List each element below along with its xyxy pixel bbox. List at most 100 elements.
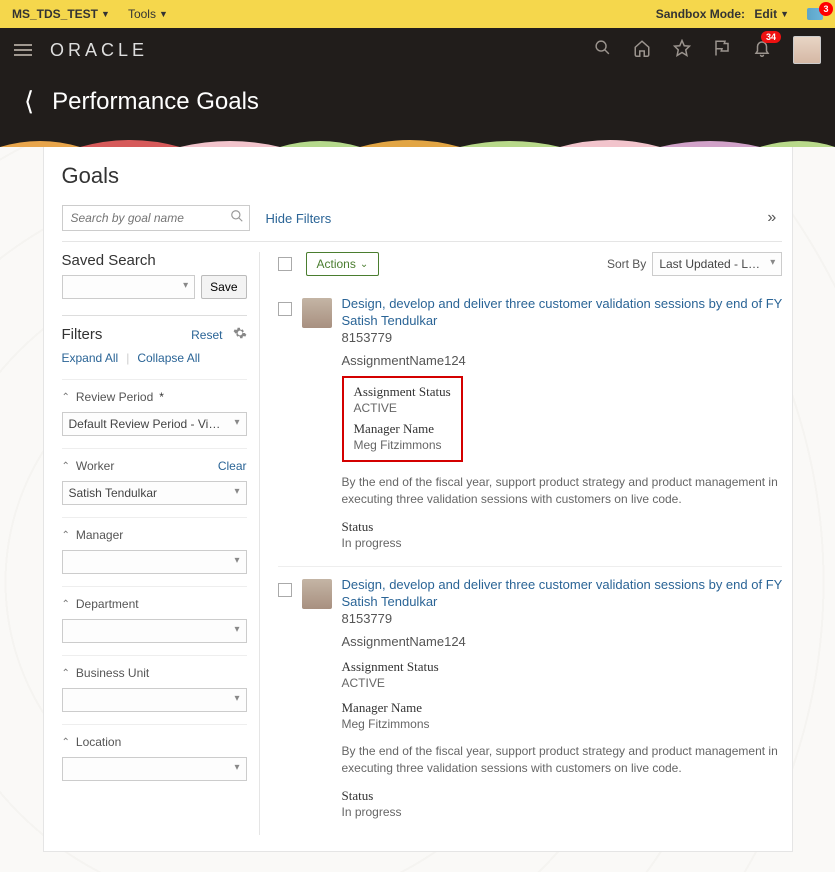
oracle-logo: ORACLE <box>50 40 148 61</box>
notification-count: 3 <box>819 2 833 16</box>
status-value: In progress <box>342 805 783 819</box>
filter-label-location: Location <box>76 735 121 749</box>
caret-icon: ▼ <box>101 9 110 19</box>
collapse-all-link[interactable]: Collapse All <box>137 351 200 365</box>
expand-all-link[interactable]: Expand All <box>62 351 119 365</box>
worker-select[interactable]: Satish Tendulkar <box>62 481 247 505</box>
search-icon[interactable] <box>230 209 244 226</box>
manager-name-label: Manager Name <box>342 700 783 716</box>
sort-select[interactable]: Last Updated - Latest to Oldest <box>652 252 782 276</box>
actions-label: Actions <box>317 257 356 271</box>
avatar[interactable] <box>793 36 821 64</box>
manager-select[interactable] <box>62 550 247 574</box>
chevron-icon[interactable]: ⌃ <box>62 599 70 610</box>
actions-button[interactable]: Actions ⌄ <box>306 252 380 276</box>
separator: | <box>126 351 129 365</box>
chevron-down-icon: ⌄ <box>360 259 368 270</box>
sort-by-label: Sort By <box>607 257 646 271</box>
sandbox-mode-value: Edit <box>754 7 777 21</box>
filters-sidebar: Saved Search Save Filters Reset <box>62 252 260 835</box>
back-arrow-icon[interactable]: ⟨ <box>24 86 34 117</box>
hide-filters-link[interactable]: Hide Filters <box>266 211 332 226</box>
home-icon[interactable] <box>633 39 651 62</box>
business-unit-select[interactable] <box>62 688 247 712</box>
reset-link[interactable]: Reset <box>191 328 222 342</box>
sandbox-env-dropdown[interactable]: MS_TDS_TEST ▼ <box>12 7 110 21</box>
goal-item: Design, develop and deliver three custom… <box>278 566 783 835</box>
goal-description: By the end of the fiscal year, support p… <box>342 474 783 509</box>
sandbox-bar: MS_TDS_TEST ▼ Tools ▼ Sandbox Mode: Edit… <box>0 0 835 28</box>
caret-icon: ▼ <box>780 9 789 19</box>
bell-icon[interactable]: 34 <box>753 39 771 62</box>
sandbox-notifications[interactable]: 3 <box>807 8 823 20</box>
chevron-icon[interactable]: ⌃ <box>62 530 70 541</box>
clear-worker-link[interactable]: Clear <box>218 459 247 473</box>
star-icon[interactable] <box>673 39 691 62</box>
review-period-select[interactable]: Default Review Period - Vision <box>62 412 247 436</box>
goal-id: 8153779 <box>342 330 783 345</box>
assignment-status-value: ACTIVE <box>354 401 451 415</box>
goal-item: Design, develop and deliver three custom… <box>278 286 783 566</box>
filters-title: Filters <box>62 326 103 343</box>
saved-search-title: Saved Search <box>62 252 247 269</box>
filter-label-business-unit: Business Unit <box>76 666 149 680</box>
page-title: Performance Goals <box>52 88 259 116</box>
filter-label-manager: Manager <box>76 528 123 542</box>
goal-id: 8153779 <box>342 611 783 626</box>
filter-label-department: Department <box>76 597 139 611</box>
goal-person-link[interactable]: Satish Tendulkar <box>342 594 783 609</box>
goal-checkbox[interactable] <box>278 302 292 316</box>
filter-label-worker: Worker <box>76 459 114 473</box>
global-header: ORACLE 34 <box>0 28 835 72</box>
status-label: Status <box>342 519 783 535</box>
goal-checkbox[interactable] <box>278 583 292 597</box>
goal-title-link[interactable]: Design, develop and deliver three custom… <box>342 577 783 592</box>
search-input[interactable] <box>62 205 250 231</box>
main-content: Goals Hide Filters » Saved Search Save <box>43 147 793 852</box>
location-select[interactable] <box>62 757 247 781</box>
required-marker: * <box>159 390 164 404</box>
avatar[interactable] <box>302 579 332 609</box>
flag-icon[interactable] <box>713 39 731 62</box>
avatar[interactable] <box>302 298 332 328</box>
search-icon[interactable] <box>594 39 611 61</box>
page-header: ⟨ Performance Goals <box>0 72 835 135</box>
chevron-icon[interactable]: ⌃ <box>62 392 70 403</box>
department-select[interactable] <box>62 619 247 643</box>
sandbox-tools-label: Tools <box>128 7 156 21</box>
status-value: In progress <box>342 536 783 550</box>
filter-label-review-period: Review Period <box>76 390 153 404</box>
sandbox-env-label: MS_TDS_TEST <box>12 7 98 21</box>
panel-title: Goals <box>62 163 783 189</box>
save-button[interactable]: Save <box>201 275 246 299</box>
saved-search-select[interactable] <box>62 275 196 299</box>
expand-icon[interactable]: » <box>767 209 774 227</box>
highlight-box: Assignment Status ACTIVE Manager Name Me… <box>342 376 463 462</box>
assignment-status-label: Assignment Status <box>342 659 783 675</box>
sandbox-mode-dropdown[interactable]: Sandbox Mode: Edit ▼ <box>656 7 789 21</box>
manager-name-value: Meg Fitzimmons <box>354 438 451 452</box>
hamburger-menu-icon[interactable] <box>14 41 32 59</box>
assignment-status-value: ACTIVE <box>342 676 783 690</box>
caret-icon: ▼ <box>159 9 168 19</box>
chevron-icon[interactable]: ⌃ <box>62 668 70 679</box>
chevron-icon[interactable]: ⌃ <box>62 737 70 748</box>
chevron-icon[interactable]: ⌃ <box>62 461 70 472</box>
select-all-checkbox[interactable] <box>278 257 292 271</box>
gear-icon[interactable] <box>233 326 247 343</box>
goal-title-link[interactable]: Design, develop and deliver three custom… <box>342 296 783 311</box>
goal-description: By the end of the fiscal year, support p… <box>342 743 783 778</box>
toolbar: Hide Filters » <box>62 205 783 242</box>
sandbox-mode-label: Sandbox Mode: <box>656 7 745 21</box>
manager-name-label: Manager Name <box>354 421 451 437</box>
assignment-status-label: Assignment Status <box>354 384 451 400</box>
goal-person-link[interactable]: Satish Tendulkar <box>342 313 783 328</box>
goal-assignment: AssignmentName124 <box>342 353 783 368</box>
bell-count: 34 <box>761 31 781 43</box>
sandbox-tools-dropdown[interactable]: Tools ▼ <box>128 7 168 21</box>
goal-assignment: AssignmentName124 <box>342 634 783 649</box>
status-label: Status <box>342 788 783 804</box>
manager-name-value: Meg Fitzimmons <box>342 717 783 731</box>
goals-list: Actions ⌄ Sort By Last Updated - Latest … <box>260 252 783 835</box>
decorative-strip <box>0 135 835 147</box>
